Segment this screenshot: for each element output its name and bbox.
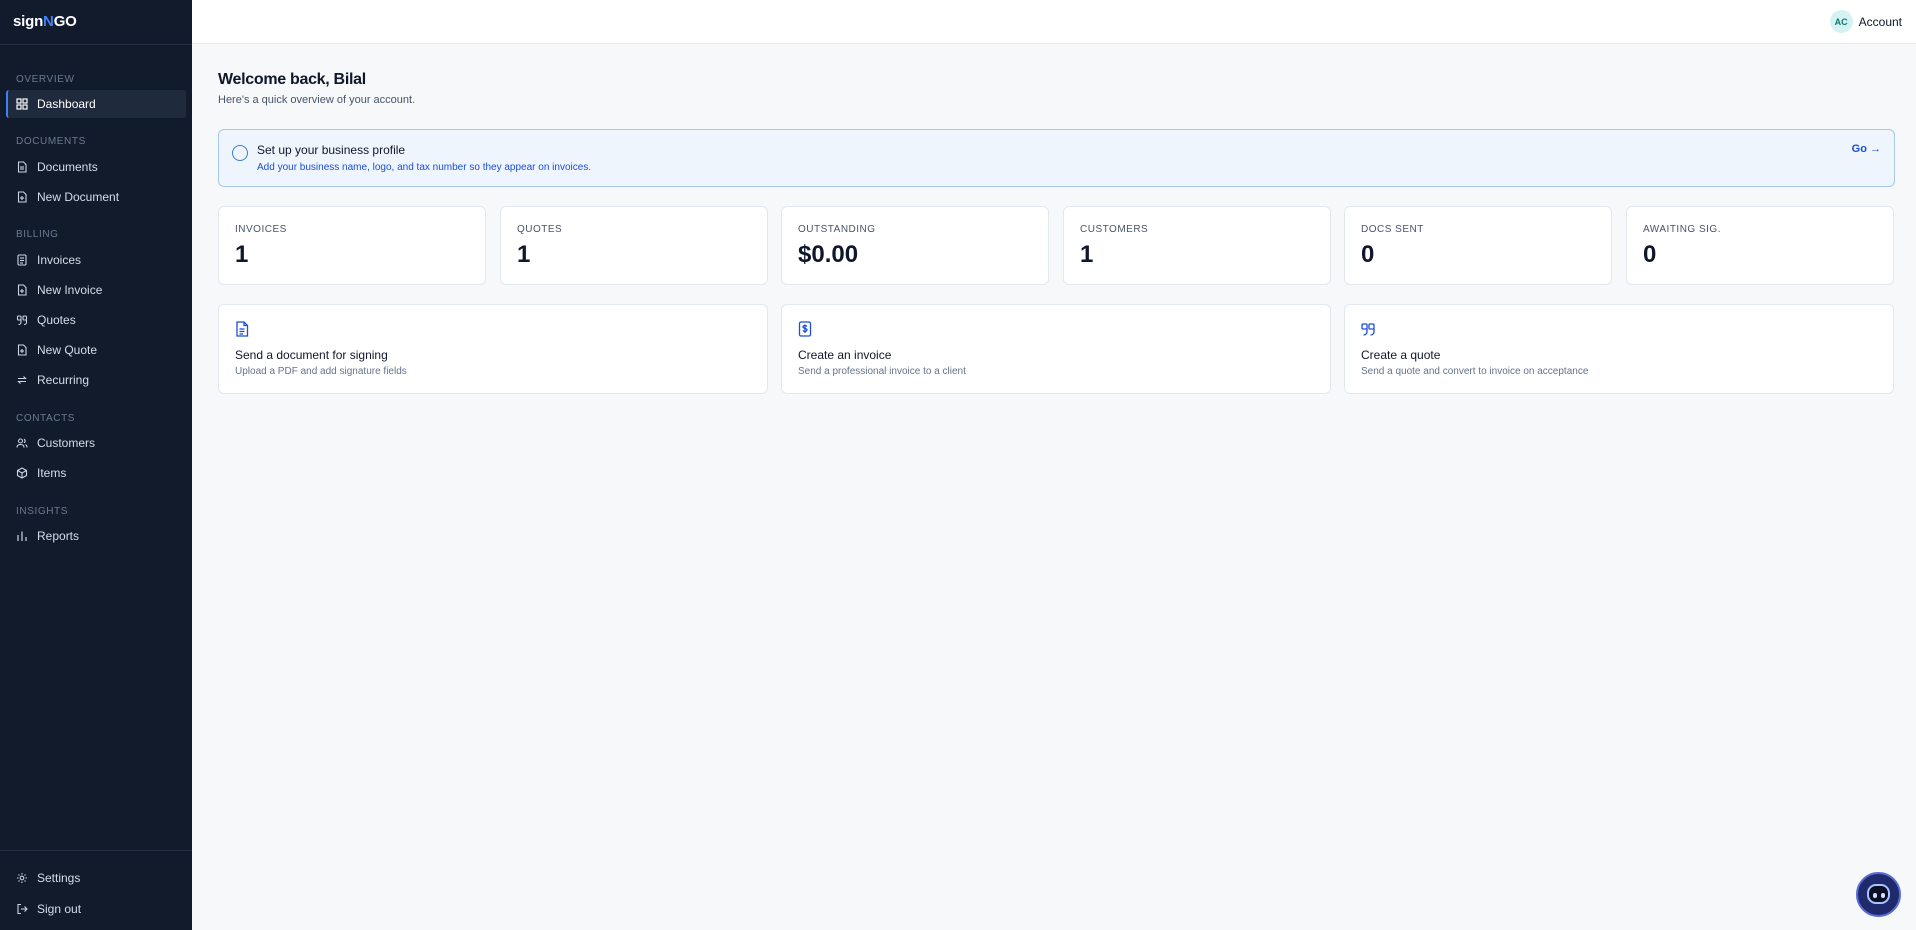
section-billing-label: BILLING bbox=[16, 229, 59, 240]
stat-card-invoices: INVOICES 1 bbox=[218, 206, 486, 285]
stat-card-awaiting-signature: AWAITING SIG. 0 bbox=[1626, 206, 1894, 285]
logout-icon bbox=[16, 903, 28, 915]
stat-value: 1 bbox=[235, 241, 249, 268]
stat-card-outstanding: OUTSTANDING $0.00 bbox=[781, 206, 1049, 285]
robot-eye bbox=[1873, 893, 1877, 898]
stat-card-quotes: QUOTES 1 bbox=[500, 206, 768, 285]
stat-card-docs-sent: DOCS SENT 0 bbox=[1344, 206, 1612, 285]
receipt-icon bbox=[798, 321, 812, 337]
sidebar-item-label: Customers bbox=[37, 436, 96, 450]
brand-logo[interactable]: signNGO bbox=[13, 13, 77, 30]
stat-label: OUTSTANDING bbox=[798, 224, 876, 235]
avatar: AC bbox=[1829, 10, 1853, 33]
action-card-create-invoice[interactable]: Create an invoice Send a professional in… bbox=[781, 304, 1331, 394]
action-card-create-quote[interactable]: Create a quote Send a quote and convert … bbox=[1344, 304, 1894, 394]
file-text-icon bbox=[235, 321, 249, 337]
sidebar-item-items[interactable]: Items bbox=[6, 459, 186, 487]
banner-title: Set up your business profile bbox=[257, 143, 406, 157]
section-documents-label: DOCUMENTS bbox=[16, 136, 86, 147]
action-title: Create an invoice bbox=[798, 348, 892, 362]
action-description: Send a quote and convert to invoice on a… bbox=[1361, 366, 1589, 377]
section-insights-label: INSIGHTS bbox=[16, 506, 69, 517]
sidebar-item-label: Recurring bbox=[37, 373, 90, 387]
repeat-icon bbox=[16, 374, 28, 386]
sidebar-item-label: Invoices bbox=[37, 253, 82, 267]
action-card-send-document[interactable]: Send a document for signing Upload a PDF… bbox=[218, 304, 768, 394]
stat-label: QUOTES bbox=[517, 224, 563, 235]
sidebar-item-new-document[interactable]: New Document bbox=[6, 183, 186, 211]
robot-eye bbox=[1881, 893, 1885, 898]
action-description: Send a professional invoice to a client bbox=[798, 366, 966, 377]
sidebar-item-label: Documents bbox=[37, 160, 98, 174]
stat-label: AWAITING SIG. bbox=[1643, 224, 1721, 235]
sidebar-item-label: Quotes bbox=[37, 313, 76, 327]
users-icon bbox=[16, 437, 28, 449]
sidebar-item-customers[interactable]: Customers bbox=[6, 429, 186, 457]
stat-value: 0 bbox=[1361, 241, 1375, 268]
sidebar-item-label: Items bbox=[37, 466, 67, 480]
action-description: Upload a PDF and add signature fields bbox=[235, 366, 407, 377]
robot-icon bbox=[1867, 884, 1890, 904]
banner-description: Add your business name, logo, and tax nu… bbox=[257, 162, 592, 173]
quote-icon bbox=[16, 314, 28, 326]
sidebar-item-quotes[interactable]: Quotes bbox=[6, 306, 186, 334]
bar-chart-icon bbox=[16, 530, 28, 542]
sidebar: signNGO OVERVIEW Dashboard DOCUMENTS Doc… bbox=[0, 0, 192, 930]
sidebar-item-reports[interactable]: Reports bbox=[6, 522, 186, 550]
sidebar-item-dashboard[interactable]: Dashboard bbox=[6, 90, 186, 118]
sidebar-footer-divider bbox=[0, 850, 192, 851]
quote-icon bbox=[1361, 321, 1375, 337]
sidebar-item-settings[interactable]: Settings bbox=[6, 864, 186, 892]
sidebar-item-label: Dashboard bbox=[37, 97, 96, 111]
sidebar-item-sign-out[interactable]: Sign out bbox=[6, 895, 186, 923]
receipt-icon bbox=[16, 254, 28, 266]
chat-assistant-button[interactable] bbox=[1856, 872, 1901, 917]
file-plus-icon bbox=[16, 284, 28, 296]
banner-go-link[interactable]: Go → bbox=[1852, 143, 1881, 155]
grid-icon bbox=[16, 98, 28, 110]
file-plus-icon bbox=[16, 191, 28, 203]
stat-value: 0 bbox=[1643, 241, 1657, 268]
stat-label: DOCS SENT bbox=[1361, 224, 1424, 235]
page-title: Welcome back, Bilal bbox=[218, 71, 366, 88]
brand-suffix: GO bbox=[53, 13, 77, 30]
stat-card-customers: CUSTOMERS 1 bbox=[1063, 206, 1331, 285]
sidebar-item-label: New Document bbox=[37, 190, 120, 204]
sidebar-item-label: Reports bbox=[37, 529, 80, 543]
sidebar-item-invoices[interactable]: Invoices bbox=[6, 246, 186, 274]
page-subtitle: Here's a quick overview of your account. bbox=[218, 94, 416, 106]
brand-accent: N bbox=[43, 13, 54, 30]
sidebar-item-label: Settings bbox=[37, 871, 81, 885]
stat-value: $0.00 bbox=[798, 241, 859, 268]
section-overview-label: OVERVIEW bbox=[16, 74, 75, 85]
account-menu[interactable]: AC Account bbox=[1829, 10, 1902, 33]
stat-label: CUSTOMERS bbox=[1080, 224, 1149, 235]
sidebar-item-label: Sign out bbox=[37, 902, 82, 916]
action-title: Create a quote bbox=[1361, 348, 1441, 362]
package-icon bbox=[16, 467, 28, 479]
sidebar-item-recurring[interactable]: Recurring bbox=[6, 366, 186, 394]
top-bar: AC Account bbox=[192, 0, 1916, 44]
setup-profile-banner: Set up your business profile Add your bu… bbox=[218, 129, 1895, 187]
sidebar-divider bbox=[0, 44, 192, 45]
action-title: Send a document for signing bbox=[235, 348, 388, 362]
circle-icon bbox=[232, 145, 248, 161]
brand-prefix: sign bbox=[13, 13, 44, 30]
stat-value: 1 bbox=[1080, 241, 1094, 268]
sidebar-item-new-quote[interactable]: New Quote bbox=[6, 336, 186, 364]
sidebar-item-label: New Quote bbox=[37, 343, 98, 357]
gear-icon bbox=[16, 872, 28, 884]
file-text-icon bbox=[16, 161, 28, 173]
sidebar-item-documents[interactable]: Documents bbox=[6, 153, 186, 181]
account-label: Account bbox=[1858, 14, 1902, 29]
stat-value: 1 bbox=[517, 241, 531, 268]
sidebar-item-new-invoice[interactable]: New Invoice bbox=[6, 276, 186, 304]
file-plus-icon bbox=[16, 344, 28, 356]
section-contacts-label: CONTACTS bbox=[16, 413, 76, 424]
sidebar-item-label: New Invoice bbox=[37, 283, 103, 297]
stat-label: INVOICES bbox=[235, 224, 287, 235]
